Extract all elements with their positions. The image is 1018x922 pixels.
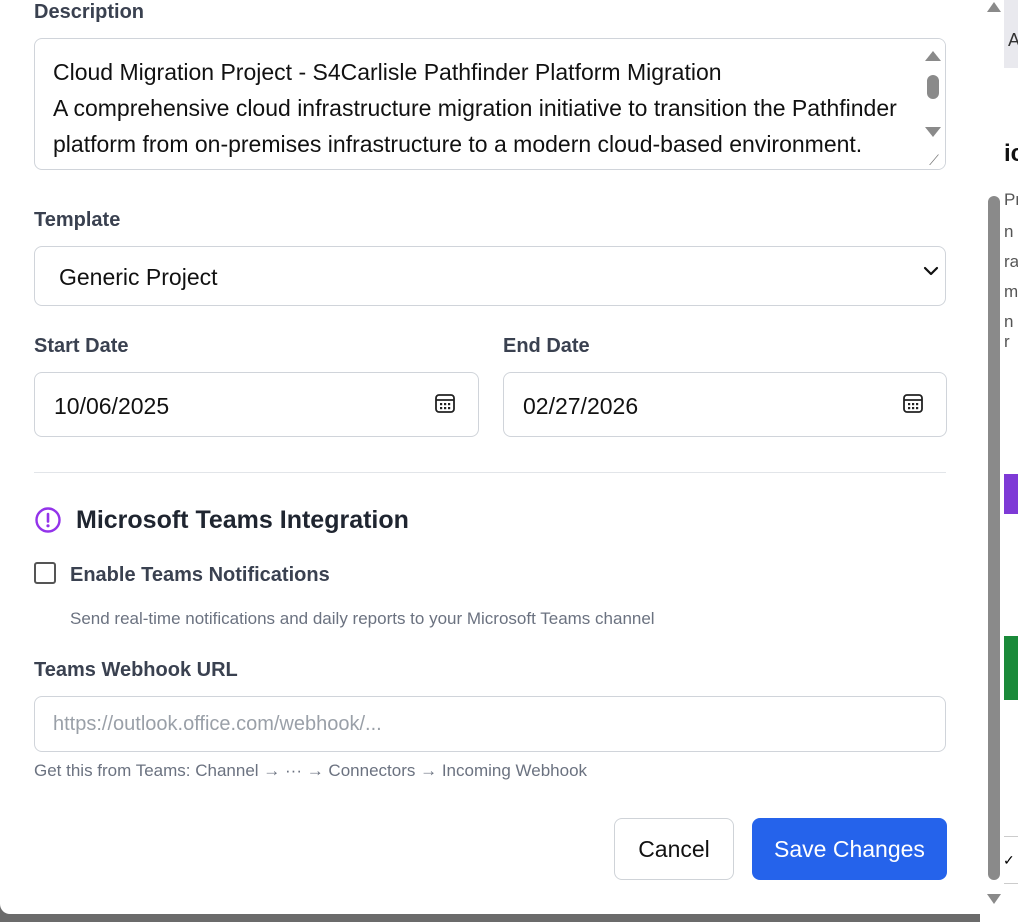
background-heading: ic bbox=[1004, 140, 1018, 167]
start-date-value: 10/06/2025 bbox=[54, 393, 170, 419]
background-purple-bar bbox=[1004, 474, 1018, 514]
scroll-up-arrow-icon[interactable] bbox=[987, 2, 1001, 12]
start-date-label: Start Date bbox=[34, 335, 129, 357]
webhook-label: Teams Webhook URL bbox=[34, 659, 238, 681]
save-changes-button[interactable]: Save Changes bbox=[752, 818, 947, 880]
section-divider bbox=[34, 472, 946, 473]
scroll-up-arrow-icon[interactable] bbox=[925, 51, 941, 61]
calendar-icon[interactable] bbox=[902, 392, 924, 414]
template-selected-value: Generic Project bbox=[59, 264, 218, 290]
cancel-button[interactable]: Cancel bbox=[614, 818, 734, 880]
background-check: ✓ bbox=[1002, 836, 1018, 884]
teams-help-text: Send real-time notifications and daily r… bbox=[70, 609, 655, 628]
background-text: n bbox=[1004, 222, 1014, 241]
alert-circle-icon bbox=[35, 507, 61, 533]
scroll-thumb[interactable] bbox=[927, 75, 939, 99]
chevron-down-icon bbox=[923, 266, 939, 276]
calendar-icon[interactable] bbox=[434, 392, 456, 414]
description-scrollbar[interactable] bbox=[921, 39, 945, 169]
template-label: Template bbox=[34, 209, 121, 231]
background-text: n r bbox=[1004, 312, 1014, 351]
description-label: Description bbox=[34, 1, 145, 23]
end-date-label: End Date bbox=[503, 335, 590, 357]
background-tab: A bbox=[1004, 0, 1018, 68]
description-text[interactable]: Cloud Migration Project - S4Carlisle Pat… bbox=[53, 54, 911, 169]
background-tab-text: A bbox=[1008, 30, 1018, 50]
background-green-bar bbox=[1004, 636, 1018, 700]
webhook-url-input[interactable] bbox=[34, 696, 946, 752]
enable-teams-checkbox[interactable] bbox=[34, 562, 56, 584]
background-text: Pr bbox=[1004, 190, 1018, 209]
description-textarea[interactable]: Cloud Migration Project - S4Carlisle Pat… bbox=[34, 38, 946, 170]
teams-section-title: Microsoft Teams Integration bbox=[76, 506, 409, 534]
template-select[interactable]: Generic Project bbox=[34, 246, 946, 306]
end-date-value: 02/27/2026 bbox=[523, 393, 639, 419]
webhook-hint: Get this from Teams: Channel → ··· → Con… bbox=[34, 761, 588, 780]
resize-handle-icon[interactable]: ⟋ bbox=[925, 151, 943, 169]
scroll-thumb[interactable] bbox=[988, 196, 1000, 880]
enable-teams-label[interactable]: Enable Teams Notifications bbox=[70, 564, 330, 587]
end-date-input[interactable]: 02/27/2026 bbox=[503, 372, 947, 437]
modal-scrollbar[interactable] bbox=[984, 0, 1004, 914]
scroll-down-arrow-icon[interactable] bbox=[987, 894, 1001, 904]
edit-project-modal: Description Cloud Migration Project - S4… bbox=[0, 0, 1004, 914]
scroll-down-arrow-icon[interactable] bbox=[925, 127, 941, 137]
background-text: m bbox=[1004, 282, 1018, 301]
background-text: ra bbox=[1004, 252, 1018, 271]
start-date-input[interactable]: 10/06/2025 bbox=[34, 372, 479, 437]
